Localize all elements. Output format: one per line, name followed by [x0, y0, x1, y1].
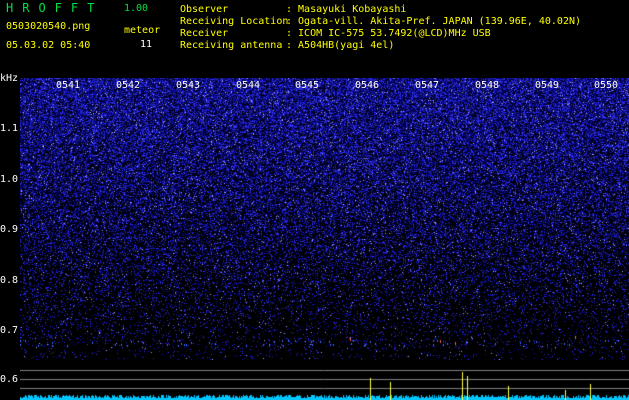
- spectrogram-canvas: [20, 78, 629, 360]
- y-tick-label: 1.0: [0, 174, 19, 185]
- file-name: 0503020540.png: [6, 21, 91, 32]
- y-tick-label: 0.9: [0, 224, 19, 235]
- app-version: 1.00: [124, 3, 149, 14]
- meteor-count: 11: [140, 39, 153, 50]
- y-tick-label: 0.6: [0, 374, 19, 385]
- antenna-label: Receiving antenna: [180, 40, 283, 51]
- x-tick-label: 0543: [176, 80, 201, 91]
- observer-label: Observer: [180, 4, 229, 15]
- datetime: 05.03.02 05:40: [6, 40, 91, 51]
- y-tick-label: 0.7: [0, 325, 19, 336]
- signal-level-panel: [20, 362, 629, 400]
- x-tick-label: 0545: [295, 80, 320, 91]
- app-title: HROFFT: [6, 1, 104, 15]
- antenna-value: : A504HB(yagi 4el): [286, 40, 395, 51]
- x-tick-label: 0548: [475, 80, 500, 91]
- x-tick-label: 0544: [236, 80, 261, 91]
- meteor-label: meteor: [124, 25, 161, 36]
- x-tick-label: 0550: [594, 80, 619, 91]
- x-tick-label: 0541: [56, 80, 81, 91]
- y-tick-label: 0.8: [0, 275, 19, 286]
- y-unit-label: kHz: [0, 73, 19, 84]
- x-tick-label: 0549: [535, 80, 560, 91]
- observer-value: : Masayuki Kobayashi: [286, 4, 407, 15]
- receiver-label: Receiver: [180, 28, 229, 39]
- location-label: Receiving Location: [180, 16, 289, 27]
- x-tick-label: 0542: [116, 80, 141, 91]
- y-tick-label: 1.1: [0, 123, 19, 134]
- x-tick-label: 0546: [355, 80, 380, 91]
- x-tick-label: 0547: [415, 80, 440, 91]
- receiver-value: : ICOM IC-575 53.7492(@LCD)MHz USB: [286, 28, 491, 39]
- location-value: : Ogata-vill. Akita-Pref. JAPAN (139.96E…: [286, 16, 582, 27]
